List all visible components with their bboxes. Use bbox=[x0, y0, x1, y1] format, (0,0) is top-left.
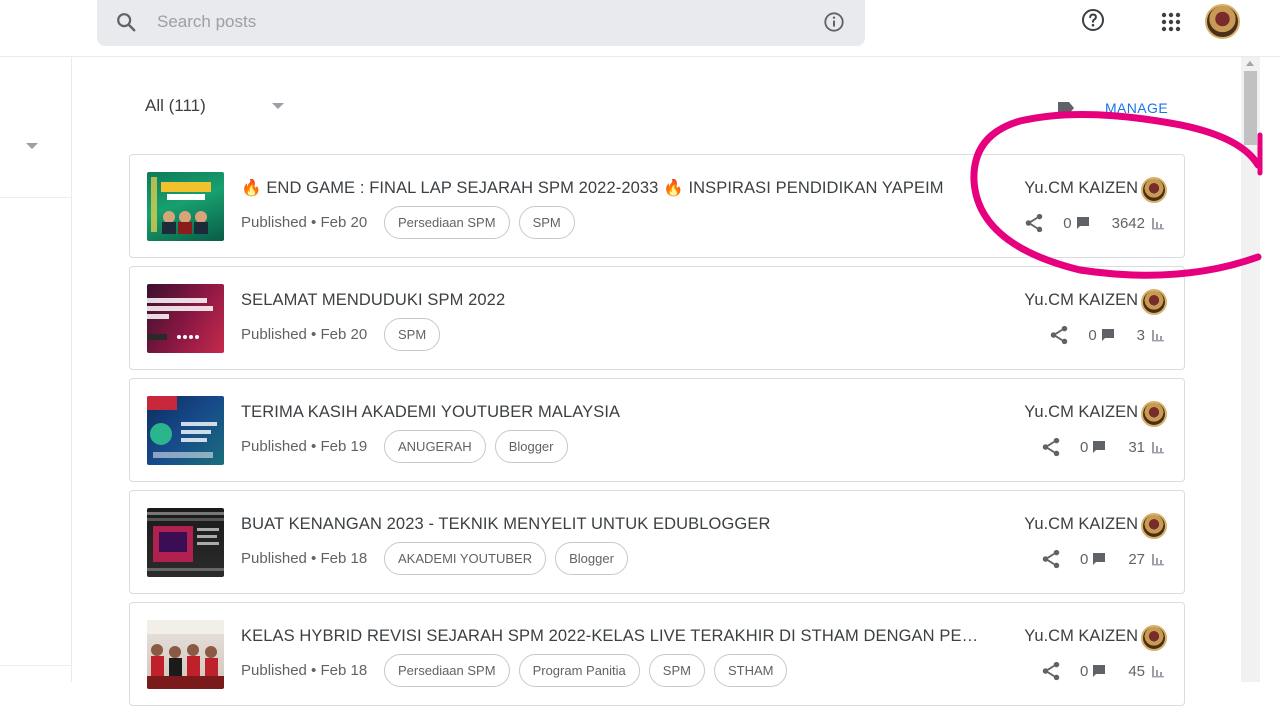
view-count: 45 bbox=[1128, 662, 1145, 680]
comment-icon bbox=[1101, 329, 1114, 341]
author-avatar bbox=[1141, 289, 1167, 315]
post-labels: SPM bbox=[384, 318, 441, 351]
post-thumbnail bbox=[147, 620, 224, 689]
label-chip[interactable]: STHAM bbox=[713, 654, 788, 687]
post-title[interactable]: SELAMAT MENDUDUKI SPM 2022 bbox=[241, 291, 981, 310]
author-avatar bbox=[1141, 401, 1167, 427]
account-avatar[interactable] bbox=[1205, 4, 1240, 39]
label-chip[interactable]: ANUGERAH bbox=[384, 430, 486, 463]
post-author: Yu.CM KAIZEN bbox=[1024, 627, 1138, 645]
search-icon[interactable] bbox=[115, 11, 137, 33]
share-icon[interactable] bbox=[1040, 660, 1062, 682]
post-status: Published • Feb 19 bbox=[241, 438, 368, 455]
post-stats: 0 3 bbox=[1048, 324, 1165, 346]
post-stats: 0 31 bbox=[1040, 436, 1165, 458]
label-chip[interactable]: SPM bbox=[518, 206, 575, 239]
comment-count: 0 bbox=[1079, 438, 1089, 456]
views-bar-chart-icon bbox=[1152, 218, 1164, 230]
view-count: 3642 bbox=[1111, 214, 1145, 232]
post-labels: Persediaan SPM Program Panitia SPM STHAM bbox=[384, 654, 788, 687]
post-author: Yu.CM KAIZEN bbox=[1024, 179, 1138, 197]
comment-count: 0 bbox=[1079, 550, 1089, 568]
post-stats: 0 3642 bbox=[1023, 212, 1165, 234]
sidebar-divider bbox=[0, 665, 72, 666]
share-icon[interactable] bbox=[1023, 212, 1045, 234]
info-icon[interactable] bbox=[823, 11, 845, 33]
views-bar-chart-icon bbox=[1152, 554, 1164, 566]
post-row[interactable]: TERIMA KASIH AKADEMI YOUTUBER MALAYSIA P… bbox=[129, 378, 1185, 482]
chevron-down-icon[interactable] bbox=[272, 103, 284, 109]
post-status: Published • Feb 20 bbox=[241, 326, 368, 343]
post-row[interactable]: SELAMAT MENDUDUKI SPM 2022 Published • F… bbox=[129, 266, 1185, 370]
post-title[interactable]: KELAS HYBRID REVISI SEJARAH SPM 2022-KEL… bbox=[241, 627, 981, 646]
label-chip[interactable]: Persediaan SPM bbox=[384, 654, 510, 687]
post-status: Published • Feb 20 bbox=[241, 214, 368, 231]
author-avatar bbox=[1141, 513, 1167, 539]
comment-count: 0 bbox=[1079, 662, 1089, 680]
comment-icon bbox=[1076, 217, 1089, 229]
views-bar-chart-icon bbox=[1152, 666, 1164, 678]
author-avatar bbox=[1141, 625, 1167, 651]
post-row[interactable]: 🔥 END GAME : FINAL LAP SEJARAH SPM 2022-… bbox=[129, 154, 1185, 258]
post-stats: 0 27 bbox=[1040, 548, 1165, 570]
label-chip[interactable]: Blogger bbox=[494, 430, 568, 463]
post-labels: ANUGERAH Blogger bbox=[384, 430, 568, 463]
share-icon[interactable] bbox=[1040, 436, 1062, 458]
apps-grid-icon[interactable] bbox=[1160, 11, 1182, 33]
label-icon[interactable] bbox=[1057, 101, 1075, 115]
search-input[interactable] bbox=[157, 10, 797, 34]
search-bar[interactable] bbox=[97, 0, 865, 46]
top-bar bbox=[0, 0, 1280, 57]
views-bar-chart-icon bbox=[1152, 330, 1164, 342]
help-icon[interactable] bbox=[1081, 8, 1105, 32]
post-status: Published • Feb 18 bbox=[241, 550, 368, 567]
post-title[interactable]: TERIMA KASIH AKADEMI YOUTUBER MALAYSIA bbox=[241, 403, 981, 422]
post-status: Published • Feb 18 bbox=[241, 662, 368, 679]
manage-labels-button[interactable]: MANAGE bbox=[1105, 100, 1168, 116]
comment-icon bbox=[1093, 665, 1106, 677]
view-count: 3 bbox=[1136, 326, 1145, 344]
left-sidebar bbox=[0, 57, 72, 682]
post-labels: Persediaan SPM SPM bbox=[384, 206, 575, 239]
post-thumbnail bbox=[147, 284, 224, 353]
post-author: Yu.CM KAIZEN bbox=[1024, 291, 1138, 309]
scrollbar-thumb[interactable] bbox=[1244, 71, 1257, 145]
post-row[interactable]: KELAS HYBRID REVISI SEJARAH SPM 2022-KEL… bbox=[129, 602, 1185, 706]
view-count: 27 bbox=[1128, 550, 1145, 568]
author-avatar bbox=[1141, 177, 1167, 203]
label-chip[interactable]: Blogger bbox=[555, 542, 628, 575]
scrollbar[interactable] bbox=[1241, 57, 1260, 682]
post-filter-dropdown[interactable]: All (111) bbox=[145, 96, 206, 116]
post-thumbnail bbox=[147, 172, 224, 241]
post-stats: 0 45 bbox=[1040, 660, 1165, 682]
label-chip[interactable]: Program Panitia bbox=[518, 654, 640, 687]
post-title[interactable]: 🔥 END GAME : FINAL LAP SEJARAH SPM 2022-… bbox=[241, 179, 981, 198]
comment-count: 0 bbox=[1088, 326, 1097, 344]
scroll-up-arrow-icon[interactable] bbox=[1246, 61, 1254, 66]
post-author: Yu.CM KAIZEN bbox=[1024, 515, 1138, 533]
post-author: Yu.CM KAIZEN bbox=[1024, 403, 1138, 421]
label-chip[interactable]: AKADEMI YOUTUBER bbox=[384, 542, 547, 575]
comment-icon bbox=[1093, 441, 1106, 453]
sidebar-dropdown-caret-icon[interactable] bbox=[26, 143, 38, 149]
sidebar-divider bbox=[0, 197, 72, 198]
views-bar-chart-icon bbox=[1152, 442, 1164, 454]
label-chip[interactable]: SPM bbox=[648, 654, 705, 687]
share-icon[interactable] bbox=[1048, 324, 1070, 346]
post-thumbnail bbox=[147, 396, 224, 465]
post-row[interactable]: BUAT KENANGAN 2023 - TEKNIK MENYELIT UNT… bbox=[129, 490, 1185, 594]
label-chip[interactable]: Persediaan SPM bbox=[384, 206, 510, 239]
label-chip[interactable]: SPM bbox=[384, 318, 441, 351]
comment-count: 0 bbox=[1063, 214, 1072, 232]
post-title[interactable]: BUAT KENANGAN 2023 - TEKNIK MENYELIT UNT… bbox=[241, 515, 981, 534]
comment-icon bbox=[1093, 553, 1106, 565]
share-icon[interactable] bbox=[1040, 548, 1062, 570]
view-count: 31 bbox=[1128, 438, 1145, 456]
post-thumbnail bbox=[147, 508, 224, 577]
post-labels: AKADEMI YOUTUBER Blogger bbox=[384, 542, 628, 575]
